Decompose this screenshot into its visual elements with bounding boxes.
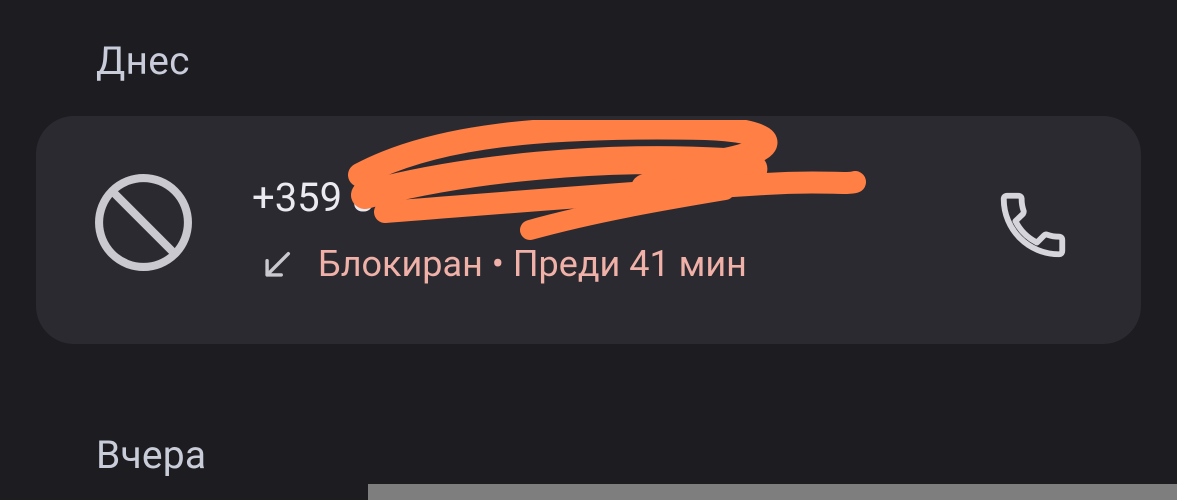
call-status-text: Блокиран • Преди 41 мин	[318, 243, 747, 285]
blocked-icon	[95, 174, 192, 271]
call-button[interactable]	[994, 186, 1072, 264]
call-log-item[interactable]	[36, 116, 1141, 344]
incoming-arrow-icon	[265, 251, 291, 277]
section-title-today: Днес	[96, 38, 190, 84]
phone-icon	[1000, 192, 1066, 258]
section-title-yesterday: Вчера	[96, 432, 207, 478]
caller-number: +359 8	[252, 174, 375, 221]
bottom-bar	[368, 484, 1177, 500]
